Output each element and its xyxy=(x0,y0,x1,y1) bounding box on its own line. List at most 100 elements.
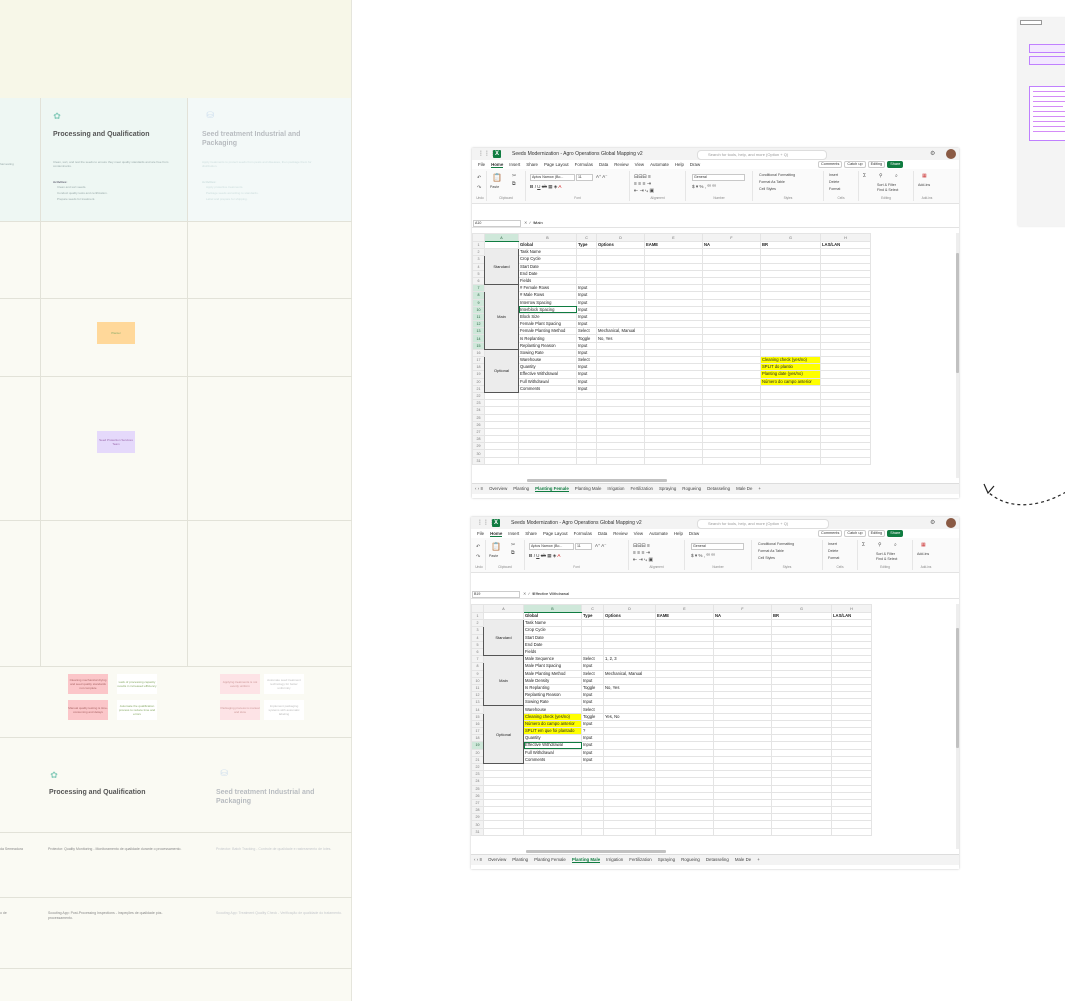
cell[interactable] xyxy=(655,626,714,635)
addins-label[interactable]: Add-ins xyxy=(918,183,930,187)
cell[interactable] xyxy=(820,449,871,458)
sheet-tab[interactable]: Overview xyxy=(488,857,506,862)
sheet-tab[interactable]: Spraying xyxy=(658,857,675,862)
cell[interactable]: Input xyxy=(576,320,597,329)
cell[interactable] xyxy=(771,806,832,815)
cell[interactable] xyxy=(596,384,645,393)
cell[interactable]: Replanting Reason xyxy=(523,691,582,700)
cell[interactable] xyxy=(713,784,772,793)
cell[interactable]: Male Plant Spacing xyxy=(523,662,582,671)
cell[interactable] xyxy=(760,269,821,278)
row-header[interactable]: 21 xyxy=(472,384,485,393)
cell[interactable]: ? xyxy=(581,726,604,736)
sort-filter-label[interactable]: Sort & Filter xyxy=(877,183,896,187)
row-header[interactable]: 19 xyxy=(472,370,485,379)
sticky-note[interactable]: Automate the qualification process to re… xyxy=(117,700,157,720)
cell[interactable] xyxy=(820,435,871,444)
cell[interactable] xyxy=(644,291,703,300)
cell[interactable] xyxy=(702,427,761,437)
cell[interactable] xyxy=(702,262,761,271)
cell[interactable] xyxy=(702,269,761,278)
cell[interactable] xyxy=(603,626,656,635)
cell[interactable]: Input xyxy=(581,741,604,750)
sticky-note[interactable]: Packaging process is manual and slow xyxy=(220,700,260,720)
cell[interactable]: Input xyxy=(576,284,597,293)
cell[interactable] xyxy=(483,777,524,786)
cell[interactable] xyxy=(518,456,577,465)
cell[interactable] xyxy=(771,777,832,786)
menu-share[interactable]: Share xyxy=(525,531,537,536)
format-cells-button[interactable]: Format xyxy=(829,187,840,191)
menu-data[interactable]: Data xyxy=(598,531,607,536)
cell[interactable] xyxy=(644,341,703,350)
find-select-label[interactable]: Find & Select xyxy=(877,188,898,192)
font-size-select[interactable]: 11 xyxy=(576,174,593,181)
cell[interactable]: Quantity xyxy=(518,363,577,372)
cell[interactable] xyxy=(702,406,761,415)
cell[interactable] xyxy=(655,698,714,707)
cell[interactable]: Female Plant Spacing xyxy=(518,320,577,329)
cell[interactable] xyxy=(644,413,703,422)
row-header[interactable]: 18 xyxy=(472,363,485,372)
cell[interactable] xyxy=(484,420,519,429)
cell[interactable] xyxy=(713,647,772,657)
cell[interactable] xyxy=(603,748,656,757)
sheet-table[interactable]: A B C D E F G H 1 Global Type Options EAME NA BR LAS/LA… xyxy=(471,604,872,836)
cell[interactable] xyxy=(771,791,832,800)
cell[interactable] xyxy=(760,399,821,408)
cell[interactable] xyxy=(483,791,524,800)
cell[interactable] xyxy=(603,777,656,786)
cell[interactable] xyxy=(713,712,772,721)
cell[interactable] xyxy=(655,755,714,764)
cut-icon[interactable]: ✂ xyxy=(511,542,515,548)
row-header[interactable]: 3 xyxy=(472,255,485,264)
cell[interactable] xyxy=(644,284,703,293)
cell[interactable] xyxy=(603,734,656,743)
cell[interactable]: Cleaning check (yes/no) xyxy=(760,355,821,365)
sheet-tab[interactable]: Detasseling xyxy=(706,857,729,862)
row-header[interactable]: 23 xyxy=(471,770,484,779)
cell[interactable] xyxy=(760,413,821,422)
cell[interactable] xyxy=(831,669,872,678)
cell[interactable]: # Male Rows xyxy=(518,291,577,300)
row-header[interactable]: 8 xyxy=(471,662,484,671)
cell[interactable] xyxy=(576,269,597,278)
cell[interactable] xyxy=(603,791,656,800)
cell[interactable] xyxy=(820,305,871,314)
cell[interactable] xyxy=(702,399,761,408)
row-header[interactable]: 29 xyxy=(472,442,485,451)
cell[interactable] xyxy=(831,633,872,642)
cell[interactable] xyxy=(603,806,656,815)
cell[interactable] xyxy=(581,633,604,642)
cell[interactable] xyxy=(713,662,772,671)
cell[interactable] xyxy=(760,312,821,322)
cell[interactable] xyxy=(713,705,772,714)
cell[interactable] xyxy=(771,734,832,743)
cell[interactable]: Start Date xyxy=(518,262,577,271)
cell[interactable] xyxy=(702,312,761,322)
row-header[interactable]: 13 xyxy=(471,698,484,707)
cell[interactable] xyxy=(576,255,597,264)
cell[interactable]: Crop Cycle xyxy=(518,255,577,264)
cell[interactable] xyxy=(603,813,656,822)
cell[interactable] xyxy=(760,348,821,358)
cell[interactable] xyxy=(713,734,772,743)
cell[interactable] xyxy=(581,770,604,779)
cell[interactable] xyxy=(581,806,604,815)
cell[interactable] xyxy=(831,748,872,757)
select-all-corner[interactable] xyxy=(471,604,484,613)
cell[interactable] xyxy=(771,626,832,635)
column-header[interactable]: F xyxy=(702,233,761,242)
column-header[interactable]: H xyxy=(820,233,871,242)
cell[interactable] xyxy=(820,391,871,401)
cell[interactable] xyxy=(831,619,872,628)
cell[interactable] xyxy=(655,741,714,750)
cell[interactable]: Toggle xyxy=(581,712,604,721)
column-header[interactable]: B xyxy=(523,604,582,613)
cell[interactable]: Replanting Reason xyxy=(518,341,577,350)
cell[interactable] xyxy=(596,248,645,257)
row-header[interactable]: 17 xyxy=(472,355,485,365)
cell[interactable] xyxy=(596,363,645,372)
cell[interactable] xyxy=(760,298,821,307)
cell[interactable]: BR xyxy=(760,240,821,250)
